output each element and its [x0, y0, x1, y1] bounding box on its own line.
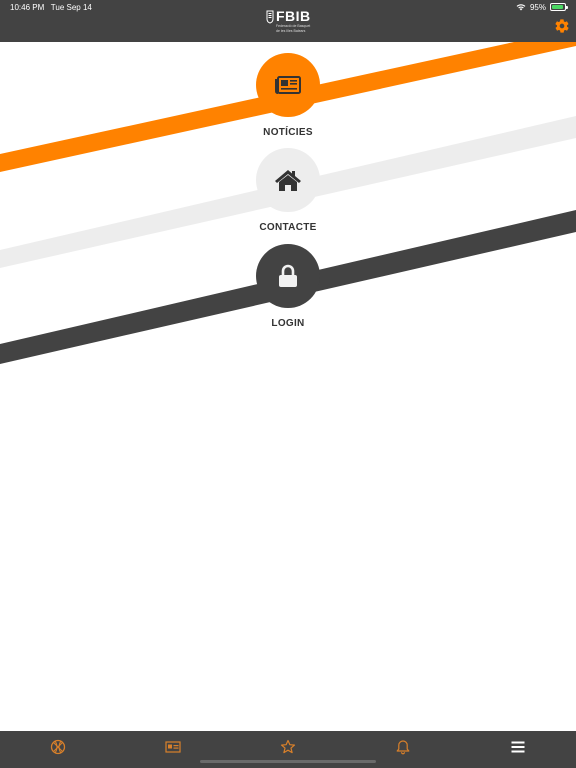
- menu-item-login[interactable]: LOGIN: [238, 244, 338, 329]
- logo-text: FBIB: [276, 8, 311, 24]
- status-clock: 10:46 PM: [10, 3, 45, 12]
- tab-favorites[interactable]: [279, 738, 297, 756]
- home-icon: [275, 170, 301, 191]
- top-bar: 10:46 PM Tue Sep 14 95% FBIB Federació d…: [0, 0, 576, 42]
- contacte-circle[interactable]: [256, 148, 320, 212]
- noticies-circle[interactable]: [256, 53, 320, 117]
- menu-item-contacte[interactable]: CONTACTE: [238, 148, 338, 233]
- tab-basketball[interactable]: [49, 738, 67, 756]
- crest-icon: [266, 10, 274, 24]
- logo-subtitle-2: de les Illes Balears: [276, 29, 306, 33]
- newspaper-icon: [275, 76, 301, 94]
- noticies-label[interactable]: NOTÍCIES: [263, 127, 313, 138]
- battery-percent: 95%: [529, 2, 546, 12]
- fbib-logo: FBIB Federació de Basquet de les Illes B…: [265, 9, 315, 35]
- logo-subtitle-1: Federació de Basquet: [276, 24, 311, 28]
- login-label[interactable]: LOGIN: [271, 318, 304, 329]
- status-date: Tue Sep 14: [50, 3, 92, 12]
- bell-icon: [396, 740, 410, 755]
- battery-icon: [550, 3, 568, 11]
- gear-icon: [555, 19, 569, 33]
- basketball-icon: [50, 739, 66, 755]
- bottom-tab-bar: [0, 731, 576, 768]
- tab-menu[interactable]: [509, 738, 527, 756]
- status-time: 10:46 PM Tue Sep 14: [10, 3, 92, 12]
- id-card-icon: [165, 741, 181, 753]
- lock-icon: [279, 264, 297, 287]
- contacte-label[interactable]: CONTACTE: [259, 222, 316, 233]
- status-indicators: 95%: [516, 2, 568, 12]
- login-circle[interactable]: [256, 244, 320, 308]
- menu-item-noticies[interactable]: NOTÍCIES: [238, 53, 338, 138]
- tab-notifications[interactable]: [394, 738, 412, 756]
- tab-profile-card[interactable]: [164, 738, 182, 756]
- hamburger-menu-icon: [511, 741, 525, 753]
- wifi-icon: [516, 4, 526, 11]
- home-indicator: [200, 760, 376, 763]
- app-screen: 10:46 PM Tue Sep 14 95% FBIB Federació d…: [0, 0, 576, 768]
- star-icon: [280, 739, 296, 754]
- settings-button[interactable]: [554, 18, 570, 34]
